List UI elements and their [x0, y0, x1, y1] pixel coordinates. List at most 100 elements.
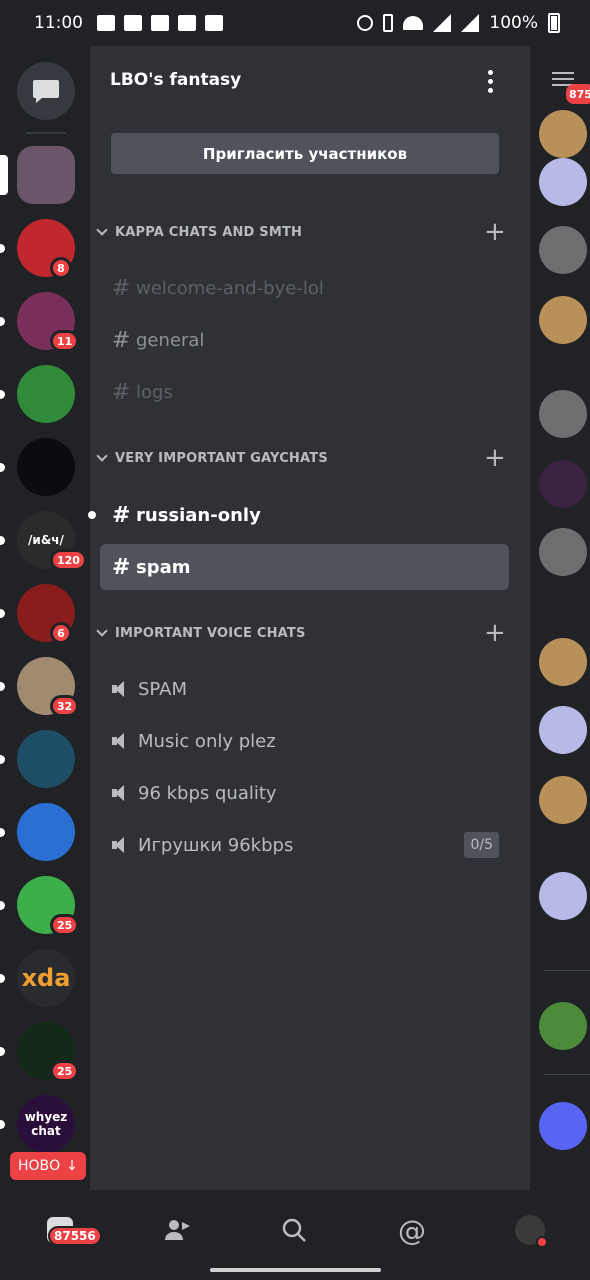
unread-indicator [0, 244, 5, 253]
new-pill-label: НОВО [18, 1158, 61, 1174]
home-badge: 87556 [48, 1226, 102, 1246]
unread-indicator [0, 536, 5, 545]
chevron-down-icon [96, 224, 108, 236]
guild-icon[interactable] [17, 438, 75, 496]
guild-icon[interactable] [17, 365, 75, 423]
guild-icon[interactable] [17, 146, 75, 204]
battery-icon [548, 13, 560, 33]
arrow-down-icon: ↓ [66, 1158, 78, 1174]
channel-name: logs [136, 381, 173, 403]
channel-panel: LBO's fantasy Пригласить участников KAPP… [88, 46, 518, 1190]
at-icon: @ [398, 1213, 426, 1247]
bottom-nav: 87556 @ [0, 1190, 590, 1280]
telegram-icon [178, 15, 196, 31]
category-voice[interactable]: IMPORTANT VOICE CHATS + [96, 620, 506, 646]
voice-channel-spam[interactable]: SPAM [100, 666, 509, 712]
friends-tab[interactable] [158, 1210, 198, 1250]
unread-indicator [0, 390, 5, 399]
direct-messages-button[interactable] [17, 62, 75, 120]
chat-peek[interactable]: 875 [518, 46, 590, 1190]
category-very-important[interactable]: VERY IMPORTANT GAYCHATS + [96, 445, 506, 471]
member-avatar [539, 296, 587, 344]
hash-icon: # [112, 275, 131, 301]
verified-icon [205, 15, 223, 31]
member-avatar [539, 460, 587, 508]
channel-name: spam [136, 556, 191, 578]
member-avatar [539, 158, 587, 206]
guild-icon[interactable]: xda [17, 949, 75, 1007]
vibrate-icon [383, 14, 394, 32]
search-icon [282, 1218, 306, 1242]
channel-name: welcome-and-bye-lol [136, 277, 324, 299]
channel-spam[interactable]: # spam [100, 544, 509, 590]
member-avatar [539, 226, 587, 274]
category-kappa[interactable]: KAPPA CHATS AND SMTH + [96, 219, 506, 245]
unread-indicator [0, 974, 5, 983]
voice-channel-96kbps[interactable]: 96 kbps quality [100, 770, 509, 816]
guild-label: xda [21, 964, 71, 992]
member-avatar [539, 872, 587, 920]
hash-icon: # [112, 554, 131, 580]
speaker-icon [112, 733, 130, 749]
invite-button[interactable]: Пригласить участников [111, 133, 499, 174]
guild-icon[interactable] [17, 803, 75, 861]
search-tab[interactable] [274, 1210, 314, 1250]
member-avatar [539, 110, 587, 158]
channel-russian-only[interactable]: # russian-only [100, 492, 509, 538]
speaker-icon [112, 785, 130, 801]
channel-name: Игрушки 96kbps [138, 834, 294, 856]
channel-name: SPAM [138, 678, 187, 700]
app-icon [124, 15, 142, 31]
voice-channel-toys[interactable]: Игрушки 96kbps 0/5 [100, 822, 509, 868]
channel-name: 96 kbps quality [138, 782, 277, 804]
channel-welcome[interactable]: # welcome-and-bye-lol [100, 265, 509, 311]
server-menu-icon[interactable] [488, 70, 494, 93]
gesture-bar[interactable] [210, 1268, 381, 1272]
profile-tab[interactable] [510, 1210, 550, 1250]
server-name[interactable]: LBO's fantasy [110, 70, 241, 90]
guild-label: /и&ч/ [28, 533, 64, 547]
channel-logs[interactable]: # logs [100, 369, 509, 415]
unread-indicator [0, 609, 5, 618]
unread-indicator [0, 682, 5, 691]
member-avatar [539, 390, 587, 438]
guild-icon[interactable]: whyez chat [17, 1095, 75, 1153]
new-mentions-pill[interactable]: НОВО ↓ [10, 1152, 86, 1180]
unread-indicator [0, 1047, 5, 1056]
mention-badge: 25 [50, 914, 80, 936]
add-channel-icon[interactable]: + [484, 219, 506, 245]
channel-general[interactable]: # general [100, 317, 509, 363]
guild-icon[interactable] [17, 730, 75, 788]
voice-channel-music[interactable]: Music only plez [100, 718, 509, 764]
mentions-tab[interactable]: @ [392, 1210, 432, 1250]
notification-icons [97, 15, 223, 31]
unread-indicator [0, 828, 5, 837]
mention-badge: 120 [50, 549, 87, 571]
hash-icon: # [112, 327, 131, 353]
discord-avatar [539, 1102, 587, 1150]
guild-label: whyez chat [24, 1110, 68, 1138]
channel-name: russian-only [136, 504, 261, 526]
avatar [515, 1215, 548, 1248]
unread-indicator [0, 317, 5, 326]
mention-badge: 8 [50, 257, 72, 279]
mail-icon [97, 15, 115, 31]
dnd-status-icon [536, 1236, 548, 1248]
guild-rail: 8 11/и&ч/120 6 32 25 xda 25 whyez chat НОВО ↓ [0, 46, 90, 1190]
member-avatar [539, 706, 587, 754]
unread-indicator [0, 463, 5, 472]
add-channel-icon[interactable]: + [484, 445, 506, 471]
chat-bubble-icon [33, 80, 59, 103]
unread-indicator [0, 1120, 5, 1129]
member-avatar [539, 776, 587, 824]
battery-percent: 100% [489, 13, 538, 33]
rail-separator [26, 132, 66, 134]
channel-name: general [136, 329, 205, 351]
active-guild-indicator [0, 155, 8, 195]
add-channel-icon[interactable]: + [484, 620, 506, 646]
unread-indicator [0, 755, 5, 764]
chevron-down-icon [96, 625, 108, 637]
mention-badge: 25 [50, 1060, 80, 1082]
shield-icon [151, 15, 169, 31]
mention-badge: 11 [50, 330, 80, 352]
